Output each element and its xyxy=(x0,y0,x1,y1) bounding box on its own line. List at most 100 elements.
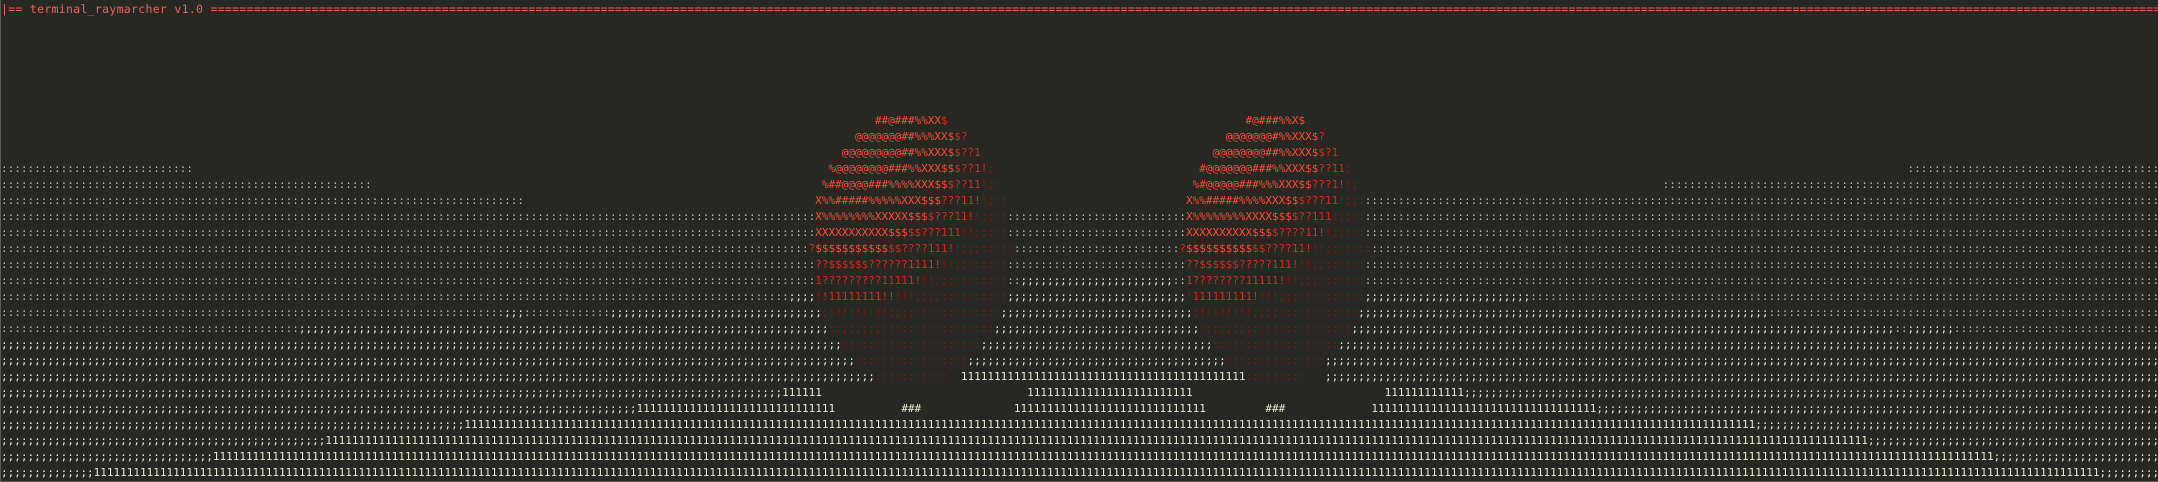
ascii-row-segment: ; xyxy=(1345,162,1352,175)
ascii-row-segment: :: xyxy=(1173,274,1186,287)
ascii-row-segment: ;;;;;;;;;;;;;;;;;;;;;;; xyxy=(1020,274,1172,287)
ascii-row-segment: ;;;;;;;;;;;;;;;;;;;;;;;;;;;;;;;;;;;;;;;;… xyxy=(1,386,822,399)
ascii-row-segment: @@@@@@@@##%%XXX$ xyxy=(1212,146,1318,159)
ascii-row-segment: ::::::::::::::::::::::::::::::::::::::::… xyxy=(1365,226,2158,239)
ascii-row-segment: ### xyxy=(901,402,921,415)
ascii-row-segment: ;;;;;;;;;;;;;;;;;;;;;;;;;;;;;;;;;;;;;;;;… xyxy=(1,434,2158,447)
ascii-row-segment: !!!;;;:::::::::: xyxy=(1259,290,1365,303)
ascii-row-segment: :: xyxy=(1894,322,1907,335)
ascii-row-segment: ;!!!!!!!!;;;;:::::::::::: xyxy=(1193,306,1359,319)
ascii-row-segment: 111111111111;;;;;;;;;;;;;;;;;;;;;;;;;;;;… xyxy=(1385,386,2158,399)
ascii-row-segment: ### xyxy=(1265,402,1285,415)
ascii-row-segment: @@@@@@@#%%XXX$ xyxy=(1226,130,1319,143)
ascii-row-segment: ;;;; xyxy=(789,290,815,303)
ascii-row-segment: ;;;;;;;;;;;;;;;;;;;;;;;;;;;;;;;;;;;;;;;;… xyxy=(1358,306,1768,319)
ascii-row-segment: $??111 xyxy=(1292,210,1332,223)
ascii-row-segment: ;;;;;;;;;;;;;;;;;;;;;;;;;;;;;;;;;;;;;;;;… xyxy=(1,418,2158,431)
ascii-row-segment: ::::::::::::::::::::::::::: xyxy=(1007,258,1186,271)
ascii-row-segment: ::::::::::::::::::::::::::::: xyxy=(1,162,193,175)
ascii-row-segment: ;;;;;;;;;;;;;;;;;;;;;;;;;;;;;;;;;;;;;;; xyxy=(968,354,1226,367)
ascii-row-segment: $??1 xyxy=(954,146,980,159)
ascii-row-segment: ::::::::::::::::::::::::::::::::::::::::… xyxy=(1,274,815,287)
title-rule: ========================================… xyxy=(210,2,2158,16)
ascii-row-segment: ::::::::::::: xyxy=(524,306,610,319)
ascii-row-segment: ::::::::::::::: xyxy=(1226,354,1325,367)
ascii-row-segment: $$$$$$$$$$$ xyxy=(815,242,888,255)
ascii-row-segment: ; xyxy=(987,162,994,175)
ascii-row-segment: ??$$$$$$??????1111! xyxy=(815,258,941,271)
ascii-row-segment: !;;:: xyxy=(1332,210,1365,223)
ascii-row-segment: 1111111111111111111111111 xyxy=(1027,386,1193,399)
ascii-row-segment: ;;;;;;;;;;;;;;;;;;;;;;;;;;;;;;;;;;;;;;;;… xyxy=(1325,370,2158,383)
ascii-row-segment: ::::::::::::::::::::::::::::::::::::::::… xyxy=(1530,290,2158,303)
ascii-row-segment: ;;;;;;;;;;;;;;;;;;;;;;;;;;;;;;;;;;;;;;;;… xyxy=(1,354,855,367)
ascii-row-segment: !;;;::::: xyxy=(954,242,1014,255)
ascii-row-segment: %@@@@@@@@###%%XXX$$ xyxy=(829,162,955,175)
ascii-row-segment: ::::::::::::::::::::::::::::::::::::::::… xyxy=(1,258,815,271)
ascii-row-segment: %#@@@@@###%%%XXX$$ xyxy=(1193,178,1312,191)
ascii-row-segment: !;: xyxy=(981,178,1001,191)
ascii-row-segment: ???1! xyxy=(1312,178,1345,191)
ascii-row-segment: 11111111111111111111111111111 xyxy=(1014,402,1206,415)
ascii-row-segment: ::::::::::::::::::::::::::::::::::::::::… xyxy=(1,290,789,303)
ascii-row-segment: ::::::::::: xyxy=(875,370,948,383)
ascii-row-segment: 1111111111111111111111111111111111111111… xyxy=(961,370,1246,383)
ascii-row-segment: @@@@@@@@@##%%XXX$ xyxy=(842,146,955,159)
ascii-row-segment: $? xyxy=(954,130,967,143)
ascii-row-segment: ::::::::::::::::::::::::::::::::::::::::… xyxy=(1365,194,2158,207)
ascii-row-segment: ;;;;;;;;;;;;;;;;;;;;;;;;;;;;;;;;;;;;;;;;… xyxy=(1,338,842,351)
ascii-row-segment: ;;; xyxy=(504,306,524,319)
ascii-row-segment: ??11 xyxy=(1318,162,1344,175)
ascii-row-segment: ::::::::::::::::::::::::::::::::::::::::… xyxy=(1365,274,2158,287)
ascii-row-segment: $$????11! xyxy=(1252,242,1312,255)
ascii-row-segment: !!;;:::::: xyxy=(941,258,1007,271)
ascii-row-segment: :;;;;;;;::::::::::::::: xyxy=(1199,322,1351,335)
ascii-row-segment: 1?????????11111! xyxy=(815,274,921,287)
ascii-row-segment: !; xyxy=(1345,178,1358,191)
ascii-row-segment: $$???111 xyxy=(908,226,961,239)
ascii-row-segment: ::::::::::::::::::::::::: xyxy=(1014,242,1180,255)
ascii-row-segment: ::::::::::::::::::::::::::: xyxy=(1007,226,1186,239)
ascii-row-segment: ;;;;;;;;;;;;;;;;;;;;;;;;;;;;;;;;;;;;;;;;… xyxy=(1351,322,1894,335)
ascii-row-segment: ::;;;;;;::::::::::::::::: xyxy=(829,322,995,335)
ascii-row-segment: X%%%%%%%%XXXX$$$ xyxy=(1186,210,1292,223)
ascii-row-segment: ;;;;;;;;;;;;;;;;;;;;;;;;;;;;; xyxy=(1001,306,1193,319)
ascii-row-segment: !;;::: xyxy=(1325,226,1365,239)
ascii-row-segment: ! xyxy=(1186,290,1193,303)
ascii-row-segment: ::::::::::::::::::::: xyxy=(842,338,981,351)
ascii-row-segment: ::::::::::::::::::::::::::::::::::::::::… xyxy=(1,322,299,335)
ascii-row-segment: $??1! xyxy=(954,162,987,175)
ascii-row-segment: !!;;:::::: xyxy=(1299,258,1365,271)
ascii-row-segment: ;;;;;;;;;;;;;;;;;;;;;;;;;;;;;;;; xyxy=(610,306,822,319)
ascii-row-segment: ::::::::::::::::::::::::::::::::::::::::… xyxy=(1365,258,2158,271)
ascii-row-segment: $????11! xyxy=(1272,226,1325,239)
ascii-row-segment: ???11! xyxy=(941,194,981,207)
ascii-row-segment: !;;: xyxy=(1338,194,1364,207)
ascii-row-segment: !!;;;::::::: xyxy=(1285,274,1364,287)
ascii-row-segment: ::::::::::::::::::::::::::::::::::::::::… xyxy=(1,210,815,223)
ascii-row-segment: 1111111111111111111111111111111111;;;;;;… xyxy=(1371,402,2158,415)
ascii-row-segment: ;;;;;;;;;;;;;;11111111111111111111111111… xyxy=(1,466,2158,479)
ascii-row-segment: $$$$$$$$$$ xyxy=(1186,242,1252,255)
ascii-row-segment: @@@@@@@##%%%XX$ xyxy=(855,130,954,143)
ascii-row-segment: $$????111! xyxy=(888,242,954,255)
ascii-row-segment: $??11 xyxy=(948,178,981,191)
ascii-row-segment: 1????????11111! xyxy=(1186,274,1285,287)
ascii-row-segment: ;;;;;;;;;;;;;;;;;;;;;;;;; xyxy=(1365,290,1531,303)
ascii-row-segment: X%%#####%%%%XXX$$ xyxy=(1186,194,1299,207)
ascii-row-segment: 111111111! xyxy=(1193,290,1259,303)
ascii-row-segment: $???11 xyxy=(1299,194,1339,207)
ascii-row-segment: !!;;::: xyxy=(961,226,1007,239)
ascii-row-segment: ::::::::::::::::::::::::::::::::::::::::… xyxy=(1,306,504,319)
ascii-row-segment: :::::::::::::::::::::::::::::::::::::: xyxy=(1908,162,2158,175)
ascii-row-segment: ;;;;;;;;;;;;;;;;;;;;;;;;;;;;;;;;;;;;;;;;… xyxy=(1,370,875,383)
ascii-row-segment: ::::::::::::::::::: xyxy=(1212,338,1338,351)
ascii-row-segment: ? xyxy=(1318,130,1325,143)
ascii-row-segment: !;:: xyxy=(981,194,1007,207)
ascii-row-segment: !!;;;:::::::: xyxy=(921,274,1007,287)
ascii-row-segment: %##@@@@###%%%%XXX$$ xyxy=(822,178,948,191)
ascii-row-segment: #@###%%X$ xyxy=(1246,114,1306,127)
ascii-row-segment: ;;;;;;; xyxy=(1908,322,1954,335)
ascii-row-segment: ::::::::::::::::::::::::::: xyxy=(1007,210,1186,223)
terminal-title: |== terminal_raymarcher v1.0 xyxy=(1,2,211,16)
